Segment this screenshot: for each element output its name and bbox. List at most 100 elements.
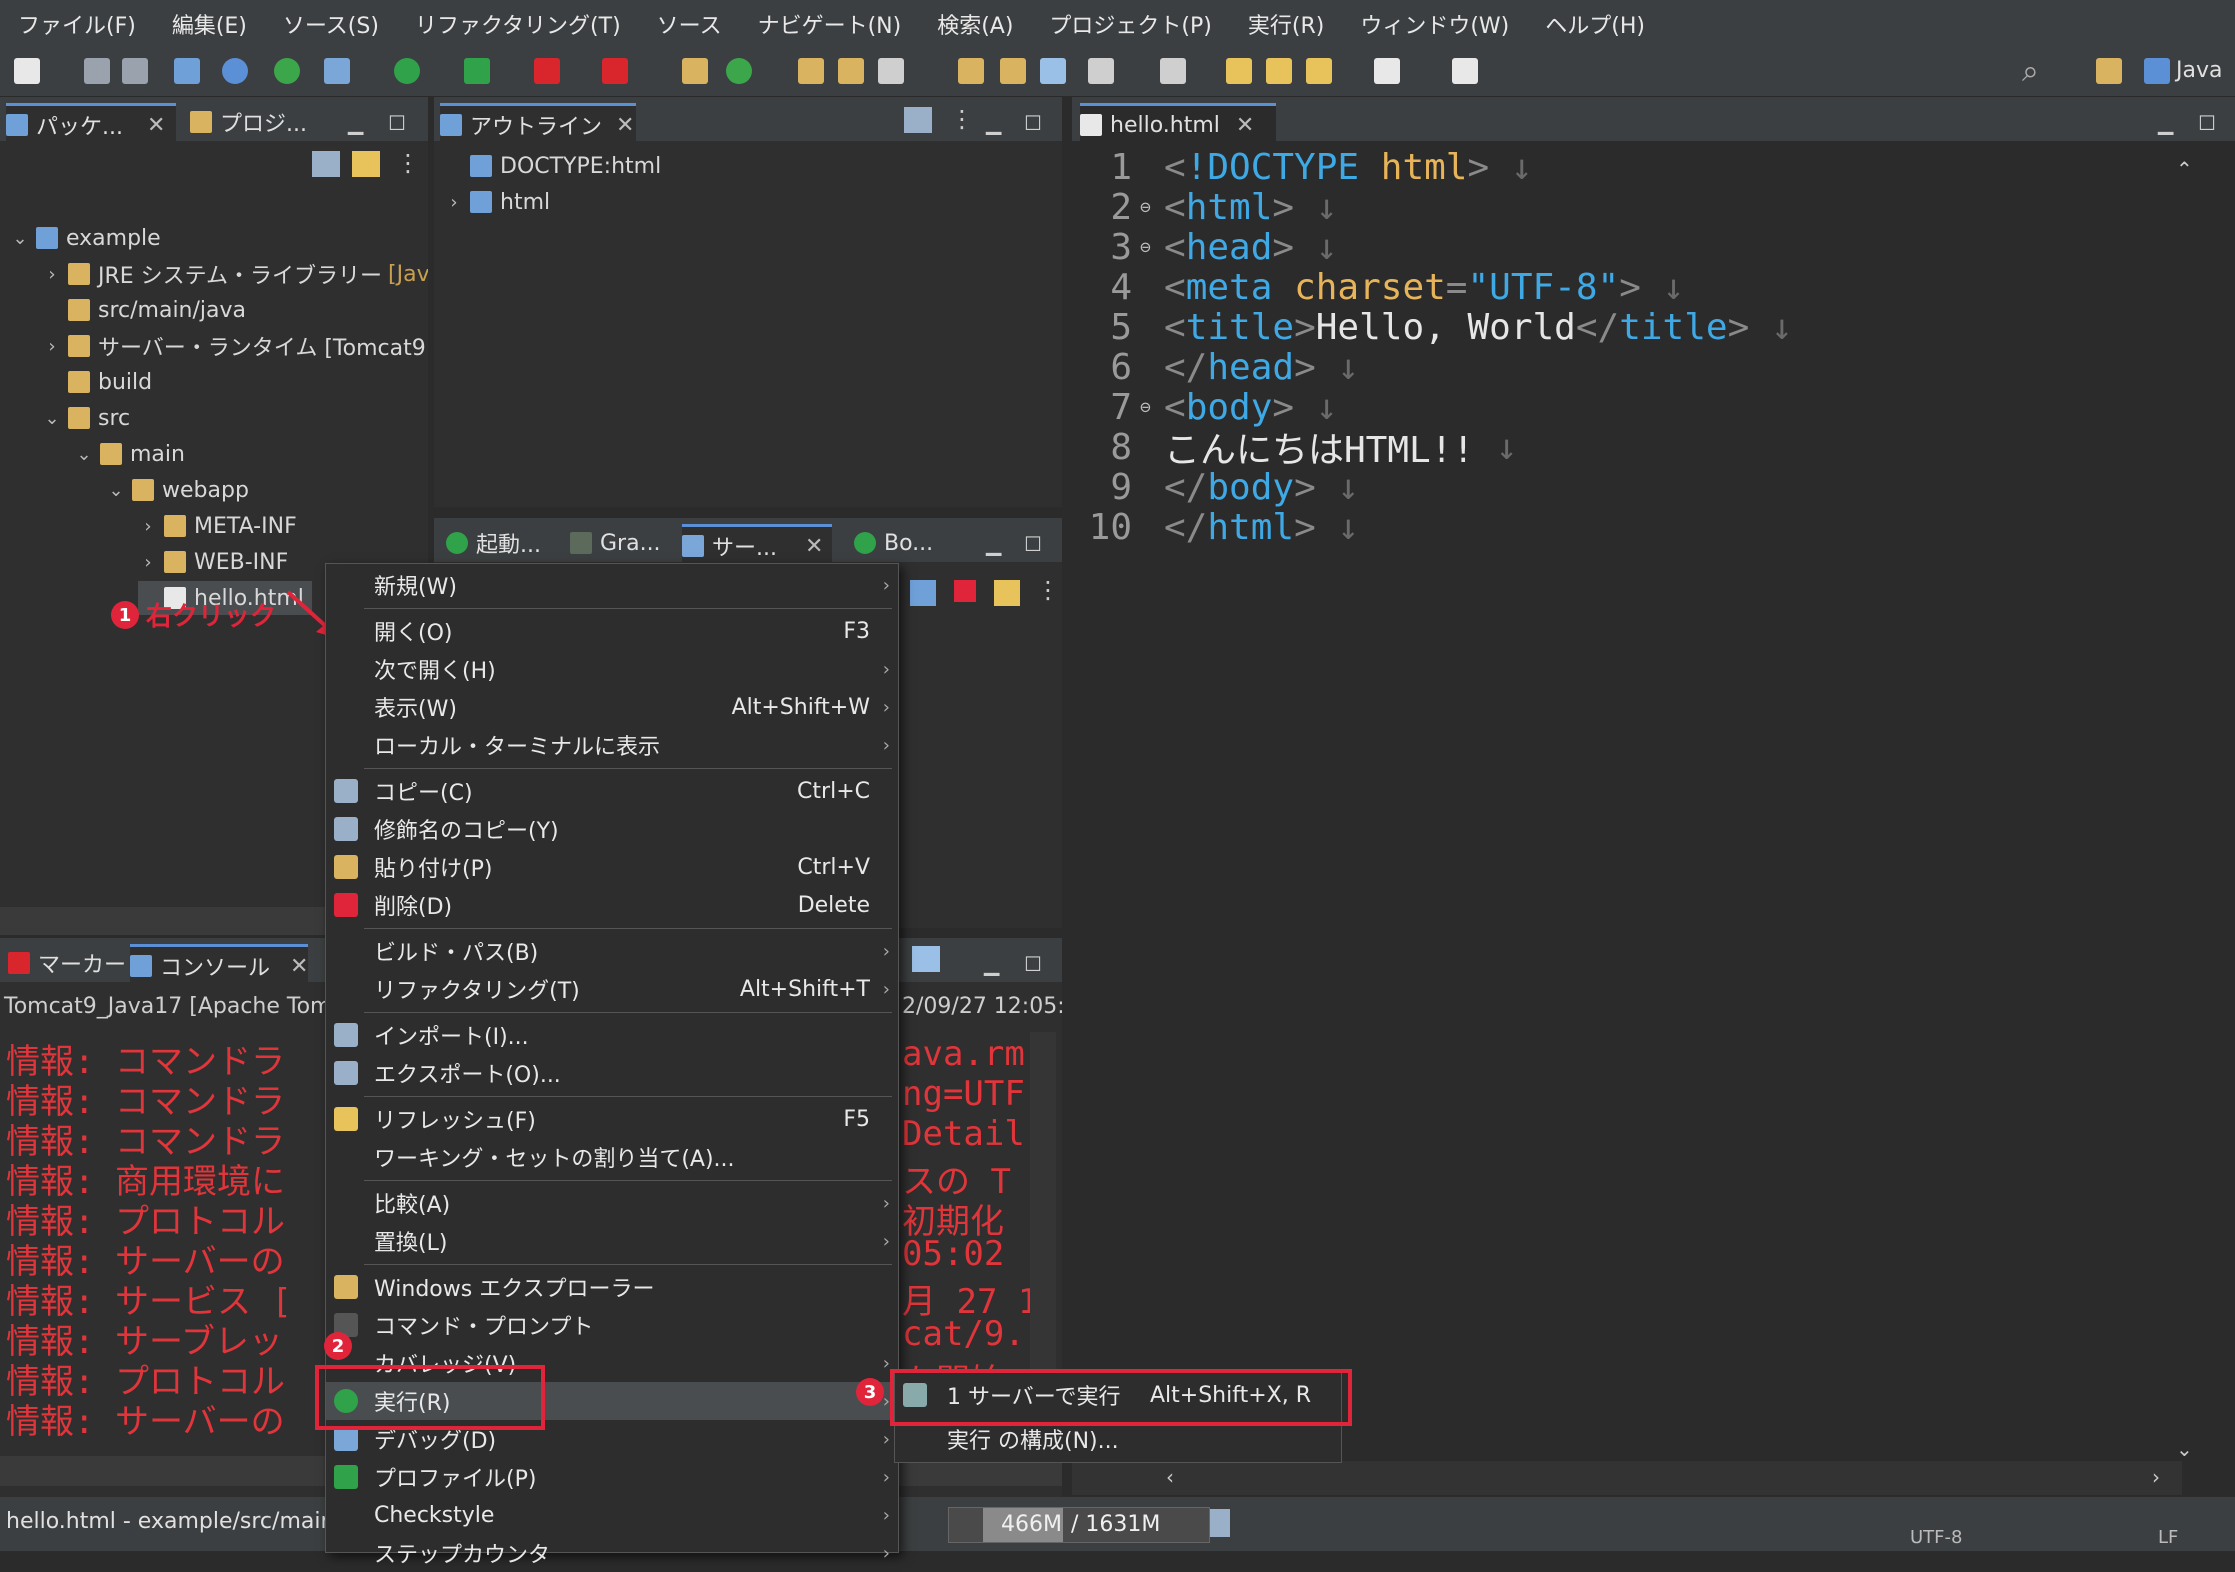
context-menu-item[interactable]: インポート(I)... (326, 1016, 898, 1054)
context-menu-item[interactable]: エクスポート(O)... (326, 1054, 898, 1092)
context-menu-item[interactable]: ローカル・ターミナルに表示 › (326, 726, 898, 764)
mark-icon[interactable] (958, 58, 984, 84)
context-menu-item[interactable]: 修飾名のコピー(Y) (326, 810, 898, 848)
context-menu-item[interactable]: 表示(W) Alt+Shift+W › (326, 688, 898, 726)
console-icon[interactable] (174, 58, 200, 84)
open-console-icon[interactable] (912, 946, 940, 972)
doc-icon[interactable] (1160, 58, 1186, 84)
maximize-icon[interactable]: ☐ (1024, 532, 1042, 556)
context-menu-item[interactable]: 新規(W) › (326, 566, 898, 604)
minimize-icon[interactable]: ▁ (984, 952, 999, 976)
context-menu-item[interactable]: コピー(C) Ctrl+C (326, 772, 898, 810)
chevron-right-icon[interactable]: › (444, 192, 464, 213)
menu-item[interactable]: プロジェクト(P) (1031, 8, 1229, 40)
menu-item[interactable]: ソース(S) (265, 8, 397, 40)
minimize-icon[interactable]: ▁ (986, 532, 1001, 556)
java-perspective-icon[interactable] (2144, 58, 2170, 84)
pin-icon[interactable] (1088, 58, 1114, 84)
tab-outline[interactable]: アウトライン ✕ (440, 103, 636, 144)
chevron-down-icon[interactable]: ⌄ (10, 228, 30, 249)
next-edit-icon[interactable] (1266, 58, 1292, 84)
trash-icon[interactable] (1210, 1509, 1230, 1537)
collapse-all-icon[interactable] (904, 107, 932, 133)
close-icon[interactable]: ✕ (290, 954, 308, 979)
close-icon[interactable]: ✕ (1236, 113, 1254, 138)
minimize-icon[interactable]: ▁ (986, 111, 1001, 135)
forward-icon[interactable] (1374, 58, 1400, 84)
open-folder-icon[interactable] (838, 58, 864, 84)
tree-item[interactable]: src/main/java (42, 293, 246, 327)
run-icon[interactable] (394, 58, 420, 84)
refresh-icon[interactable] (726, 58, 752, 84)
power-icon[interactable] (274, 58, 300, 84)
context-menu-item[interactable]: 開く(O) F3 (326, 612, 898, 650)
tree-item[interactable]: › WEB-INF (138, 545, 288, 579)
menu-item[interactable]: ファイル(F) (0, 8, 154, 40)
context-menu-item[interactable]: コマンド・プロンプト (326, 1306, 898, 1344)
menu-item[interactable]: ヘルプ(H) (1527, 8, 1663, 40)
tab-markers[interactable]: マーカー (8, 944, 126, 982)
outline-item[interactable]: › html (444, 185, 550, 219)
menu-item[interactable]: 実行(R) (1230, 8, 1342, 40)
menu-item[interactable]: リファクタリング(T) (397, 8, 639, 40)
maximize-icon[interactable]: ☐ (1024, 111, 1042, 135)
tree-item[interactable]: ⌄ main (74, 437, 185, 471)
back-icon[interactable] (1306, 58, 1332, 84)
menu-item[interactable]: ソース (639, 8, 740, 40)
heap-status[interactable]: 466M / 1631M (948, 1507, 1210, 1543)
fold-icon[interactable]: ⊖ (1140, 197, 1164, 218)
new-project-icon[interactable] (682, 58, 708, 84)
menu-item[interactable]: ウィンドウ(W) (1342, 8, 1527, 40)
chevron-right-icon[interactable]: › (42, 336, 62, 357)
tab-boot[interactable]: Bo... (854, 524, 933, 562)
view-menu-icon[interactable]: ⋮ (396, 149, 420, 177)
horizontal-scrollbar[interactable]: ‹ › (1072, 1461, 2182, 1495)
scroll-left-icon[interactable]: ‹ (1166, 1465, 1174, 1489)
tab-project-explorer[interactable]: プロジ... (190, 103, 307, 141)
scroll-right-icon[interactable]: › (2152, 1465, 2160, 1489)
context-menu-item[interactable]: リファクタリング(T) Alt+Shift+T › (326, 970, 898, 1008)
tree-item[interactable]: ⌄ webapp (106, 473, 248, 507)
context-menu-item[interactable]: Windows エクスプローラー (326, 1268, 898, 1306)
tree-item[interactable]: build (42, 365, 152, 399)
debug-icon[interactable] (324, 58, 350, 84)
disconnect-icon[interactable] (602, 58, 628, 84)
context-menu-item[interactable]: 置換(L) › (326, 1222, 898, 1260)
save-icon[interactable] (84, 58, 110, 84)
pin-editor-icon[interactable] (1452, 58, 1478, 84)
chevron-right-icon[interactable]: › (138, 552, 158, 573)
debug-server-icon[interactable] (910, 580, 936, 606)
menu-item[interactable]: 検索(A) (919, 8, 1031, 40)
link-editor-icon[interactable] (352, 151, 380, 177)
chevron-right-icon[interactable]: › (42, 264, 62, 285)
tree-item[interactable]: ⌄ src (42, 401, 130, 435)
maximize-icon[interactable]: ☐ (2198, 111, 2216, 135)
annotation-icon[interactable] (1000, 58, 1026, 84)
chevron-right-icon[interactable]: › (138, 516, 158, 537)
context-menu-item[interactable]: ビルド・パス(B) › (326, 932, 898, 970)
collapse-all-icon[interactable] (312, 151, 340, 177)
tab-package-explorer[interactable]: パッケ... ✕ (6, 103, 176, 144)
save-all-icon[interactable] (122, 58, 148, 84)
tab-servers[interactable]: サー... ✕ (682, 524, 832, 565)
tab-console[interactable]: コンソール ✕ (130, 944, 308, 985)
menu-item[interactable]: 編集(E) (154, 8, 265, 40)
stop-icon[interactable] (534, 58, 560, 84)
chevron-down-icon[interactable]: ⌄ (42, 408, 62, 429)
task-icon[interactable] (1040, 58, 1066, 84)
prev-edit-icon[interactable] (1226, 58, 1252, 84)
run-server-icon[interactable] (464, 58, 490, 84)
vertical-scrollbar[interactable]: ⌃ ⌄ (2170, 153, 2210, 1463)
scroll-down-icon[interactable]: ⌄ (2176, 1437, 2193, 1461)
chevron-down-icon[interactable]: ⌄ (106, 480, 126, 501)
search-icon[interactable]: ⌕ (2022, 54, 2039, 89)
scroll-up-icon[interactable]: ⌃ (2176, 157, 2193, 181)
context-menu-item[interactable]: ワーキング・セットの割り当て(A)... (326, 1138, 898, 1176)
new-icon[interactable] (14, 58, 40, 84)
fold-icon[interactable]: ⊖ (1140, 237, 1164, 258)
view-menu-icon[interactable]: ⋮ (1036, 576, 1060, 604)
tab-gradle[interactable]: Gra... (570, 524, 661, 562)
gear-icon[interactable] (222, 58, 248, 84)
minimize-icon[interactable]: ▁ (2158, 111, 2173, 135)
maximize-icon[interactable]: ☐ (388, 111, 406, 135)
